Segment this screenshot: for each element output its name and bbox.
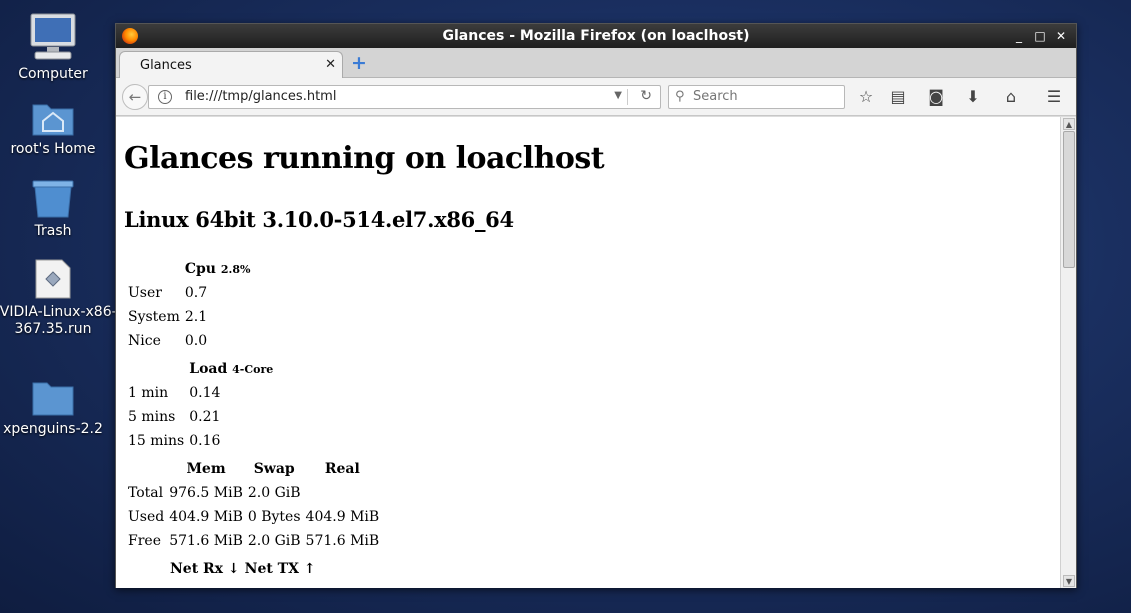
desktop-icon-nvidia-run[interactable]: NVIDIA-Linux-x86-367.35.run bbox=[0, 258, 117, 338]
reload-icon[interactable]: ↻ bbox=[640, 88, 652, 104]
tab-strip: Glances ✕ + bbox=[116, 48, 1076, 79]
load-label: 5 mins bbox=[128, 409, 176, 425]
desktop-icon-label: Trash bbox=[34, 223, 72, 239]
cpu-value: 0.7 bbox=[184, 285, 208, 301]
url-separator bbox=[627, 89, 628, 105]
page-content: Glances running on loaclhost Linux 64bit… bbox=[116, 117, 1060, 588]
minimize-icon[interactable]: _ bbox=[1010, 27, 1028, 45]
cpu-value: 2.1 bbox=[184, 309, 208, 325]
table-row: Free 571.6 MiB 2.0 GiB 571.6 MiB bbox=[127, 529, 380, 553]
load-label: 15 mins bbox=[128, 433, 185, 449]
cpu-header: Cpu 2.8% bbox=[184, 261, 251, 277]
desktop-icon-label: root's Home bbox=[10, 141, 96, 157]
cpu-value: 0.0 bbox=[184, 333, 208, 349]
tab-close-icon[interactable]: ✕ bbox=[325, 57, 336, 72]
maximize-icon[interactable]: □ bbox=[1031, 27, 1049, 45]
load-table: Load 4-Core 1 min 0.14 5 mins 0.21 15 mi… bbox=[124, 357, 277, 453]
search-icon: ⚲ bbox=[675, 89, 685, 104]
scroll-up-icon[interactable]: ▲ bbox=[1063, 118, 1075, 130]
menu-icon[interactable]: ☰ bbox=[1043, 86, 1065, 108]
desktop-icon-computer[interactable]: Computer bbox=[0, 12, 106, 83]
desktop-icon-label: Computer bbox=[18, 66, 88, 82]
desktop-icon-label: NVIDIA-Linux-x86-367.35.run bbox=[0, 304, 117, 337]
cpu-label: System bbox=[128, 309, 180, 325]
window-title: Glances - Mozilla Firefox (on loaclhost) bbox=[442, 28, 750, 44]
download-icon[interactable]: ⬇ bbox=[962, 86, 984, 108]
search-input[interactable] bbox=[693, 89, 839, 104]
scrollbar-thumb[interactable] bbox=[1063, 131, 1075, 268]
table-row: 5 mins 0.21 bbox=[127, 405, 274, 429]
back-arrow-icon[interactable]: ← bbox=[122, 84, 148, 110]
home-icon[interactable]: ⌂ bbox=[1000, 86, 1022, 108]
close-window-icon[interactable]: ✕ bbox=[1052, 27, 1070, 45]
load-header: Load 4-Core bbox=[189, 361, 274, 377]
real-value: 571.6 MiB bbox=[305, 533, 380, 549]
table-row: 1 min 0.14 bbox=[127, 381, 274, 405]
load-value: 0.14 bbox=[189, 385, 221, 401]
net-tx-header: Net TX ↑ bbox=[244, 561, 316, 577]
url-bar[interactable]: i file:///tmp/glances.html ▼ ↻ bbox=[148, 85, 661, 109]
real-value bbox=[305, 481, 381, 505]
page-title: Glances running on loaclhost bbox=[124, 141, 605, 176]
mem-header: Mem bbox=[186, 461, 226, 477]
cpu-label: Nice bbox=[128, 333, 161, 349]
desktop-icon-trash[interactable]: Trash bbox=[0, 179, 106, 240]
url-text: file:///tmp/glances.html bbox=[185, 89, 337, 104]
real-value: 404.9 MiB bbox=[305, 509, 380, 525]
table-row: System 2.1 bbox=[127, 305, 251, 329]
table-row: Used 404.9 MiB 0 Bytes 404.9 MiB bbox=[127, 505, 380, 529]
real-header: Real bbox=[324, 461, 360, 477]
swap-value: 0 Bytes bbox=[247, 509, 301, 525]
swap-value: 2.0 GiB bbox=[247, 533, 301, 549]
tab-title: Glances bbox=[140, 58, 192, 73]
reading-list-icon[interactable]: ▤ bbox=[887, 86, 909, 108]
load-value: 0.21 bbox=[189, 409, 221, 425]
mem-row-label: Total bbox=[128, 485, 164, 501]
new-tab-icon[interactable]: + bbox=[349, 54, 369, 74]
net-table: Net Rx ↓ Net TX ↑ bbox=[166, 557, 320, 581]
computer-icon bbox=[30, 13, 76, 60]
table-row: Nice 0.0 bbox=[127, 329, 251, 353]
mem-value: 976.5 MiB bbox=[169, 485, 243, 501]
swap-header: Swap bbox=[253, 461, 295, 477]
dropdown-arrow-icon[interactable]: ▼ bbox=[614, 90, 622, 101]
table-row: Total 976.5 MiB 2.0 GiB bbox=[127, 481, 380, 505]
load-value: 0.16 bbox=[189, 433, 221, 449]
home-folder-icon bbox=[32, 104, 74, 136]
bookmark-star-icon[interactable]: ☆ bbox=[855, 86, 877, 108]
window-titlebar[interactable]: Glances - Mozilla Firefox (on loaclhost)… bbox=[116, 24, 1076, 48]
firefox-window: Glances - Mozilla Firefox (on loaclhost)… bbox=[115, 23, 1077, 588]
tab-glances[interactable]: Glances ✕ bbox=[119, 51, 343, 79]
net-rx-header: Net Rx ↓ bbox=[170, 561, 240, 577]
page-subtitle: Linux 64bit 3.10.0-514.el7.x86_64 bbox=[124, 207, 514, 232]
swap-value: 2.0 GiB bbox=[247, 485, 301, 501]
mem-value: 404.9 MiB bbox=[169, 509, 243, 525]
cpu-label: User bbox=[128, 285, 162, 301]
desktop-icon-xpenguins[interactable]: xpenguins-2.2 bbox=[0, 379, 106, 438]
script-file-icon bbox=[35, 259, 71, 299]
mem-row-label: Used bbox=[128, 509, 165, 525]
search-bar[interactable]: ⚲ bbox=[668, 85, 845, 109]
vertical-scrollbar[interactable]: ▲ ▼ bbox=[1060, 117, 1076, 588]
mem-row-label: Free bbox=[128, 533, 161, 549]
nav-bar: ← i file:///tmp/glances.html ▼ ↻ ⚲ ☆ ▤ ◙… bbox=[116, 78, 1076, 116]
trash-icon bbox=[32, 180, 74, 218]
scroll-down-icon[interactable]: ▼ bbox=[1063, 575, 1075, 587]
mem-table: Mem Swap Real Total 976.5 MiB 2.0 GiB Us… bbox=[124, 457, 383, 553]
load-label: 1 min bbox=[128, 385, 169, 401]
cpu-table: Cpu 2.8% User 0.7 System 2.1 Nice 0.0 bbox=[124, 257, 254, 353]
table-row: User 0.7 bbox=[127, 281, 251, 305]
desktop-icon-home[interactable]: root's Home bbox=[0, 99, 106, 158]
table-row: 15 mins 0.16 bbox=[127, 429, 274, 453]
info-icon[interactable]: i bbox=[158, 90, 172, 104]
folder-icon bbox=[32, 382, 74, 416]
mem-value: 571.6 MiB bbox=[169, 533, 243, 549]
desktop-icon-label: xpenguins-2.2 bbox=[3, 421, 103, 437]
pocket-icon[interactable]: ◙ bbox=[925, 86, 947, 108]
